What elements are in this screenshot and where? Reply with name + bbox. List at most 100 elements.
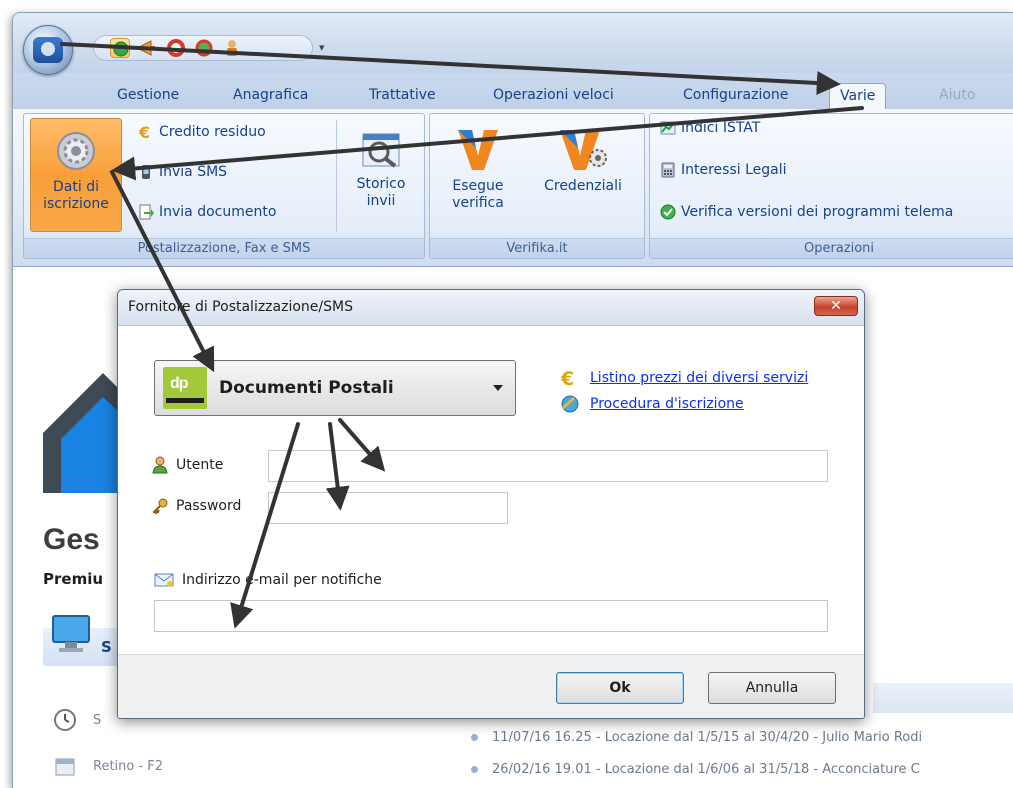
provider-selected-value: Documenti Postali [219, 378, 394, 398]
esegue-label-2: verifica [452, 195, 504, 211]
email-input[interactable] [154, 600, 828, 632]
group1-separator [336, 120, 337, 232]
group-verifika: Esegue verifica Credenziali Verifika.it [429, 113, 645, 259]
clock-icon [54, 709, 76, 731]
side-item-clock[interactable]: S [53, 708, 101, 732]
dati-iscrizione-button[interactable]: Dati di iscrizione [30, 118, 122, 232]
quick-access-toolbar [93, 35, 313, 61]
listino-prezzi-label: Listino prezzi dei diversi servizi [590, 370, 809, 386]
side-item-clock-label: S [93, 712, 102, 728]
group2-label: Verifika.it [430, 238, 644, 258]
verifika-gear-icon [560, 130, 607, 170]
envelope-icon [154, 573, 174, 587]
side-item-retino[interactable]: Retino - F2 [53, 754, 163, 778]
check-circle-icon [660, 204, 676, 220]
bullet-icon [471, 766, 478, 773]
svg-text:€: € [560, 368, 574, 388]
title-bar: ▾ [13, 13, 1013, 75]
tab-configurazione[interactable]: Configurazione [673, 83, 798, 109]
qat-lifebuoy-icon[interactable] [166, 38, 186, 58]
utente-text-field[interactable] [269, 451, 827, 481]
verifica-versioni-button[interactable]: Verifica versioni dei programmi telema [660, 200, 953, 224]
ok-button[interactable]: Ok [556, 672, 684, 704]
tab-trattative[interactable]: Trattative [359, 83, 446, 109]
verifica-versioni-label: Verifica versioni dei programmi telema [681, 204, 954, 220]
invia-documento-label: Invia documento [159, 204, 277, 220]
esegue-label-1: Esegue [452, 178, 504, 194]
storico-label-1: Storico [356, 176, 406, 192]
password-label: Password [152, 498, 241, 514]
password-label-text: Password [176, 498, 242, 514]
utente-label: Utente [152, 456, 223, 474]
credito-residuo-button[interactable]: € Credito residuo [138, 120, 266, 144]
document-arrow-icon [139, 204, 154, 220]
close-button[interactable]: ✕ [814, 296, 858, 316]
gear-icon [57, 132, 95, 170]
utente-label-text: Utente [176, 457, 224, 473]
globe-icon [561, 395, 579, 413]
email-label-text: Indirizzo e-mail per notifiche [182, 572, 382, 588]
listino-prezzi-link[interactable]: € Listino prezzi dei diversi servizi [560, 368, 808, 388]
news-item-text: 26/02/16 19.01 - Locazione dal 1/6/06 al… [492, 762, 920, 777]
provider-dropdown[interactable]: dp Documenti Postali [154, 360, 516, 416]
documenti-postali-logo: dp [163, 367, 207, 409]
dialog-body: dp Documenti Postali € Listino prezzi de… [118, 326, 864, 654]
side-item-retino-label: Retino - F2 [93, 758, 164, 774]
qat-megaphone-icon[interactable] [138, 38, 158, 58]
side-section-initial: S [101, 638, 112, 656]
esegue-verifica-button[interactable]: Esegue verifica [436, 118, 520, 232]
procedura-iscrizione-label: Procedura d'iscrizione [590, 396, 744, 412]
indici-istat-button[interactable]: Indici ISTAT [660, 116, 760, 140]
interessi-legali-label: Interessi Legali [681, 162, 787, 178]
tab-gestione[interactable]: Gestione [107, 83, 189, 109]
credito-residuo-label: Credito residuo [159, 124, 266, 140]
dialog-footer: Ok Annulla [118, 654, 864, 718]
email-text-field[interactable] [155, 601, 827, 631]
credenziali-button[interactable]: Credenziali [530, 118, 636, 232]
tab-varie[interactable]: Varie [829, 83, 887, 109]
euro-icon: € [138, 124, 150, 140]
brand-text: Ges [43, 523, 100, 556]
qat-user-icon[interactable] [222, 38, 242, 58]
monitor-icon [52, 615, 90, 652]
tab-anagrafica[interactable]: Anagrafica [223, 83, 318, 109]
magnifier-document-icon [362, 133, 400, 168]
qat-dropdown-icon[interactable]: ▾ [319, 41, 325, 54]
qat-globe-icon[interactable] [110, 38, 130, 58]
interessi-legali-button[interactable]: Interessi Legali [660, 158, 787, 182]
qat-support-icon[interactable] [194, 38, 214, 58]
annulla-button[interactable]: Annulla [708, 672, 836, 704]
fornitore-dialog: Fornitore di Postalizzazione/SMS ✕ dp Do… [117, 289, 865, 719]
calendar-icon [55, 758, 75, 776]
tab-aiuto[interactable]: Aiuto [929, 83, 985, 109]
invia-documento-button[interactable]: Invia documento [138, 200, 276, 224]
chart-icon [660, 121, 676, 135]
storico-label-2: invii [366, 193, 396, 209]
news-header-bar [873, 683, 1013, 713]
dialog-title: Fornitore di Postalizzazione/SMS [128, 299, 353, 315]
verifika-v-icon [458, 130, 498, 170]
chevron-down-icon [493, 385, 503, 391]
storico-invii-button[interactable]: Storico invii [342, 118, 420, 232]
procedura-iscrizione-link[interactable]: Procedura d'iscrizione [560, 394, 744, 414]
news-item[interactable]: 11/07/16 16.25 - Locazione dal 1/5/15 al… [471, 730, 922, 745]
tab-operazioni-veloci[interactable]: Operazioni veloci [483, 83, 624, 109]
user-icon [152, 456, 168, 474]
calculator-icon [661, 162, 675, 178]
news-item-text: 11/07/16 16.25 - Locazione dal 1/5/15 al… [492, 730, 923, 745]
credenziali-label: Credenziali [544, 178, 622, 194]
logo-mark: dp [170, 375, 189, 392]
group1-label: Postalizzazione, Fax e SMS [24, 238, 424, 258]
password-text-field[interactable] [269, 493, 507, 523]
group3-label: Operazioni [650, 238, 1013, 258]
indici-istat-label: Indici ISTAT [681, 120, 761, 136]
invia-sms-label: Invia SMS [159, 164, 228, 180]
password-input[interactable] [268, 492, 508, 524]
news-item[interactable]: 26/02/16 19.01 - Locazione dal 1/6/06 al… [471, 762, 920, 777]
invia-sms-button[interactable]: Invia SMS [138, 160, 227, 184]
dialog-title-bar: Fornitore di Postalizzazione/SMS ✕ [118, 290, 864, 326]
app-orb-icon[interactable] [23, 25, 73, 75]
utente-input[interactable] [268, 450, 828, 482]
group-postalizzazione: Dati di iscrizione € Credito residuo Inv… [23, 113, 425, 259]
premium-text: Premiu [43, 570, 104, 588]
